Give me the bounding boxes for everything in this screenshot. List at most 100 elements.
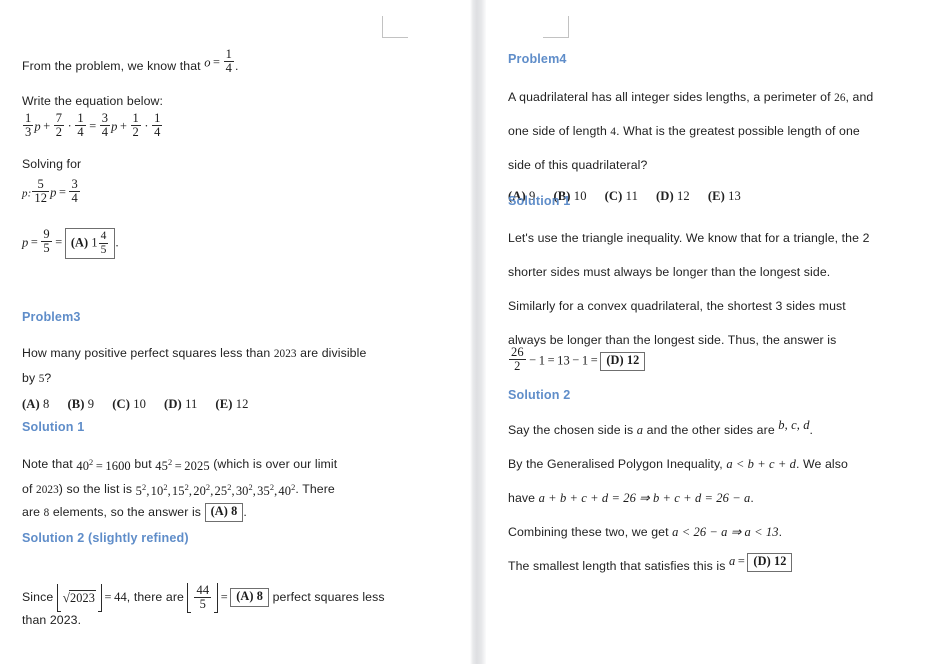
main-equation: 1 3 p +7 2 · 1 4 = 3 4 p +1 2 · 1 4 [22,111,163,140]
p4-solution1-equation: 26 2−1 = 13−1 = (D) 12 [508,338,646,373]
choice-label: (D) [655,189,674,203]
math-exponent: 2 [184,483,189,492]
fraction-denominator: 5 [41,241,52,256]
solution-text: are [22,505,41,519]
eq-plus-2: + [119,119,127,134]
problem3-statement-line1: How many positive perfect squares less t… [22,341,422,367]
math-exponent: 2 [248,483,253,492]
eq-frac-1: 13 [23,111,34,140]
choice-e[interactable]: (E) 12 [215,397,248,411]
choice-label: (C) [604,189,623,203]
list-base: 15 [171,484,185,499]
problem3-choices: (A) 8 (B) 9 (C) 10 (D) 11 (E) 12 [22,392,249,417]
fraction-denominator: 2 [509,359,526,373]
answer-choice-label: (A) [210,504,228,519]
math-expression: a + b + c + d = 26 ⇒ b + c + d = 26 − a [538,491,751,506]
math-variables-bcd: b, c, d [778,413,809,438]
statement-text: How many positive perfect squares less t… [22,346,271,360]
answer-choice-label: (A) [70,235,89,250]
solution-text: elements, so the answer is [52,505,202,519]
choice-b[interactable]: (B) 9 [67,397,94,411]
eq-frac-6: 14 [152,111,163,140]
result-line: p = 9 5 = (A) 145. [22,227,119,259]
math-exponent: 2 [269,483,275,492]
choice-c[interactable]: (C) 10 [112,397,146,411]
fraction-44-5: 44 5 [194,583,212,612]
left-page: From the problem, we know that o = 1 4. Wri… [0,0,470,664]
eq-frac-5: 12 [130,111,141,140]
floor-right-bracket [214,583,219,613]
math-exponent: 2 [163,483,168,492]
math-equals: = [95,459,103,474]
fraction-denominator: 3 [23,125,34,140]
fraction-numerator: 1 [25,111,32,125]
frac-26-2: 26 2 [509,345,526,374]
intro-paragraph: From the problem, we know that o = 1 4. [22,47,452,81]
choice-value: 11 [625,189,638,203]
answer-choice-label: (A) [236,589,254,604]
choice-d[interactable]: (D) 12 [656,189,690,203]
result-frac: 95 [41,227,52,256]
result-equals-2: = [55,235,63,250]
choice-c[interactable]: (C) 11 [605,189,638,203]
result-equals-1: = [30,235,38,250]
fraction-denominator: 5 [98,242,109,256]
answer-box-problem2: (A) 145 [64,228,116,259]
fraction-numerator: 3 [71,177,78,191]
p4-solution1-line2: shorter sides must always be longer than… [508,265,831,279]
floor-bracket-group: 44 5 [187,583,219,613]
answer-whole-part: 1 [91,235,98,250]
solution-text: but [134,456,152,471]
answer-box-p4-solution1: (D) 12 [600,352,646,371]
choice-label: (C) [112,397,130,411]
p4-answer-equation: 26 2−1 = 13−1 = (D) 12 [508,345,646,374]
two-page-spread: From the problem, we know that o = 1 4. Wri… [0,0,950,664]
solution-text: of [22,481,33,496]
eq-frac-3: 14 [75,111,86,140]
fraction-denominator: 4 [152,125,163,140]
problem3-solution1-heading: Solution 1 [22,420,85,434]
math-thirteen: 13 [557,353,570,368]
math-exponent: 2 [227,483,232,492]
solution-text: . We also [796,457,848,471]
list-base: 35 [257,484,270,499]
solution2-line2: than 2023. [22,613,82,627]
solution-text: The smallest length that satisfies this … [508,559,726,573]
math-exponent: 2 [205,483,211,492]
choice-e[interactable]: (E) 13 [708,189,741,203]
intro-math-equals: = [213,55,221,70]
solution-text: By the Generalised Polygon Inequality, [508,457,723,471]
choice-label: (E) [707,189,725,203]
solution1-line3: are 8 elements, so the answer is (A) 8. [22,500,247,526]
fraction-denominator: 4 [223,61,234,76]
answer-choice-label: (D) [753,554,771,569]
page-divider [470,0,486,664]
eq-frac-4: 34 [99,111,111,140]
fraction-numerator: 5 [37,177,44,191]
eq-dot-1: · [67,119,72,134]
solve-frac-1: 5 12 [32,177,50,206]
math-equals: = [220,589,228,604]
choice-a[interactable]: (A) 8 [22,397,49,411]
solution-text: have [508,491,536,505]
math-minus: − [529,353,537,368]
solution-text: and the other sides are [646,423,775,437]
choice-label: (E) [215,397,233,411]
answer-box-solution2: (A) 8 [230,588,270,608]
eq-frac-2: 72 [53,111,65,140]
math-expression: a < 26 − a ⇒ a < 13 [672,525,779,540]
math-equals: = [547,353,555,368]
fraction-numerator: 1 [225,47,232,61]
choice-d[interactable]: (D) 11 [164,397,197,411]
choice-value: 11 [185,397,198,411]
problem3-heading: Problem3 [22,310,81,324]
right-page-content: Problem4 A quadrilateral has all integer… [508,0,936,664]
problem4-statement-line1: A quadrilateral has all integer sides le… [508,85,948,111]
math-value: 1600 [105,459,131,474]
math-perimeter-equation: a + b + c + d = 26 ⇒ b + c + d = 26 − a [539,486,751,511]
write-equation-label: Write the equation below: [22,94,164,108]
solution-text: , there are [126,590,184,604]
math-base: 40 [76,459,90,474]
statement-text: ? [44,371,52,385]
math-final-answer: a = (D) 12 [729,549,793,574]
